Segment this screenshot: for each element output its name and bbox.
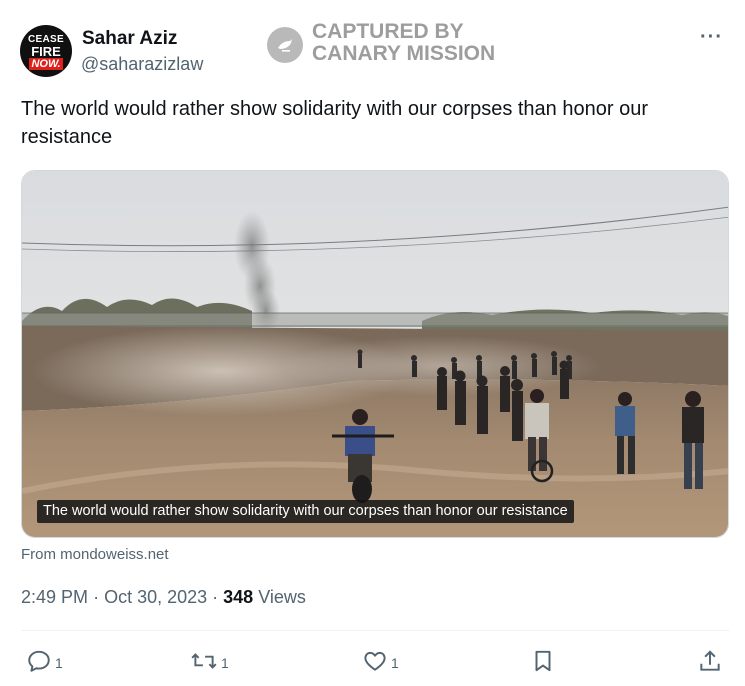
tweet-date[interactable]: Oct 30, 2023: [104, 587, 207, 607]
share-button[interactable]: [697, 647, 723, 675]
retweet-button[interactable]: 1: [190, 647, 229, 675]
tweet-text: The world would rather show solidarity w…: [21, 98, 648, 148]
avatar-text-2: FIRE: [31, 44, 61, 59]
views-count: 348: [223, 587, 254, 607]
divider: [21, 630, 729, 631]
avatar[interactable]: CEASE FIRE NOW.: [20, 25, 72, 77]
author-name[interactable]: Sahar Aziz: [82, 28, 177, 50]
bookmark-icon: [530, 648, 556, 674]
like-count: 1: [391, 655, 399, 671]
tweet-time[interactable]: 2:49 PM: [21, 587, 88, 607]
meta-separator: ·: [93, 587, 105, 607]
watermark-line-1: CAPTURED BY: [312, 20, 464, 43]
media-image[interactable]: [21, 170, 729, 538]
bookmark-button[interactable]: [530, 647, 556, 675]
link-source[interactable]: From mondoweiss.net: [21, 546, 169, 563]
avatar-text-3: NOW.: [29, 58, 63, 70]
author-handle[interactable]: @saharazizlaw: [81, 54, 203, 75]
meta-separator: ·: [212, 587, 224, 607]
reply-button[interactable]: 1: [26, 647, 63, 675]
tweet-meta: 2:49 PM · Oct 30, 2023 · 348 Views: [21, 587, 306, 608]
media-caption: The world would rather show solidarity w…: [37, 500, 574, 523]
canary-icon: [267, 27, 303, 63]
retweet-count: 1: [221, 655, 229, 671]
like-button[interactable]: 1: [362, 647, 399, 675]
like-icon: [362, 648, 388, 674]
share-icon: [697, 648, 723, 674]
watermark: CAPTURED BY CANARY MISSION: [312, 21, 495, 65]
more-icon[interactable]: ···: [700, 26, 723, 49]
views-label: Views: [258, 587, 306, 607]
reply-icon: [26, 648, 52, 674]
watermark-line-2: CANARY MISSION: [312, 42, 496, 65]
retweet-icon: [190, 648, 218, 674]
reply-count: 1: [55, 655, 63, 671]
